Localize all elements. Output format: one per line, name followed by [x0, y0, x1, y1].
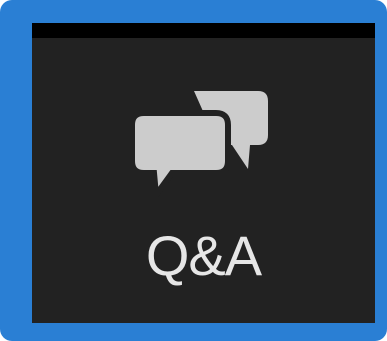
qa-button-label: Q&A: [145, 224, 262, 287]
selection-frame: Q&A: [0, 0, 387, 341]
toolbar-top-strip: [32, 23, 375, 38]
qa-button[interactable]: Q&A: [32, 23, 375, 323]
chat-bubbles-icon: [129, 87, 272, 204]
